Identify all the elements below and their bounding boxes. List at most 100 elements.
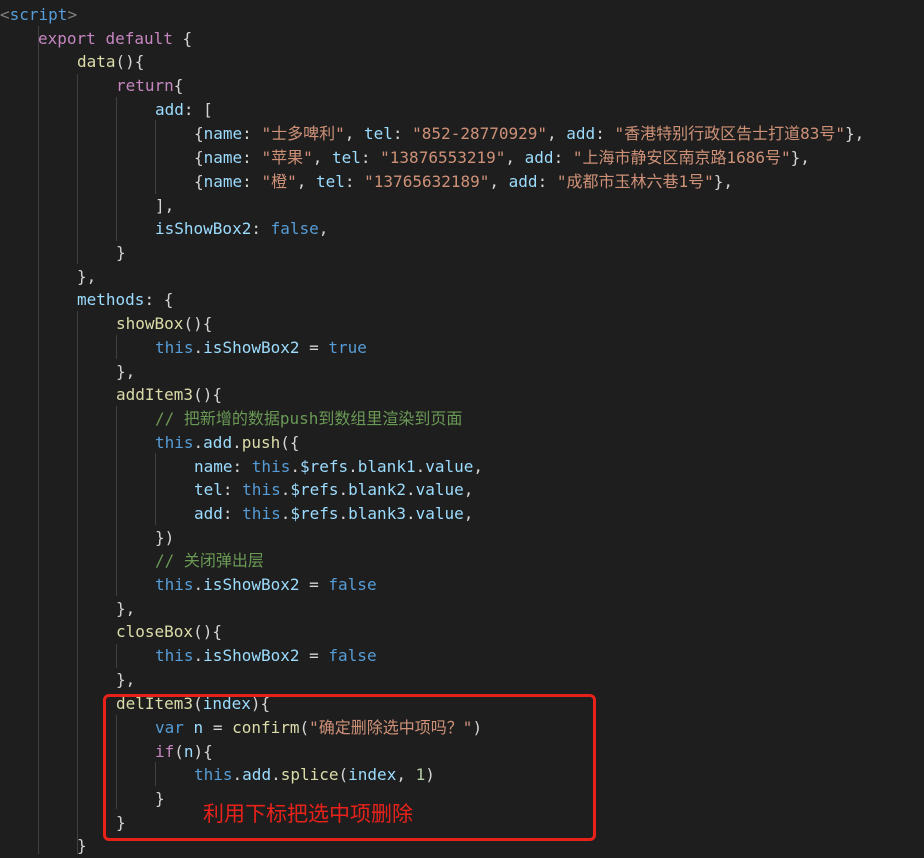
code-line: data(){ [77,52,145,71]
code-line: closeBox(){ [116,622,222,641]
property: methods [77,290,145,309]
code-line: }, [77,267,97,286]
property: blank1 [357,457,416,476]
comment: // 把新增的数据push到数组里渲染到页面 [155,409,463,428]
keyword: this [242,504,281,523]
string: "橙" [261,172,297,191]
annotation-label: 利用下标把选中项删除 [203,802,413,826]
keyword: false [328,646,377,665]
comment: // 关闭弹出层 [155,551,264,570]
code-line: addItem3(){ [116,385,222,404]
code-line: showBox(){ [116,314,213,333]
code-line: <script> [0,3,77,27]
code-line: }, [116,599,136,618]
keyword: this [155,646,194,665]
property: blank2 [348,480,406,499]
string: "852-28770929" [412,124,548,143]
code-line: } [77,836,87,855]
function-name: data [77,52,116,71]
indent-guide [116,335,117,359]
string: "香港特别行政区告士打道83号" [614,124,845,143]
property: name [194,457,233,476]
code-line: isShowBox2: false, [155,219,329,238]
property: add [155,100,184,119]
code-line: add: this.$refs.blank3.value, [194,504,474,523]
string: "苹果" [261,148,313,167]
property: $refs [290,480,339,499]
string: "13765632189" [364,172,490,191]
code-line: {name: "橙", tel: "13765632189", add: "成都… [194,172,733,191]
code-line: methods: { [77,290,174,309]
indent-guide [155,453,156,525]
keyword: false [328,575,377,594]
indent-guide [77,74,78,264]
code-line: }, [116,362,136,381]
property: name [203,172,243,191]
function-name: showBox [116,314,184,333]
property: value [425,457,474,476]
function-name: addItem3 [116,385,194,404]
indent-guide [38,26,39,854]
tag-name: script [9,5,68,24]
property: tel [363,124,393,143]
property: add [524,148,554,167]
keyword: false [270,219,319,238]
code-line: } [116,243,126,262]
indent-guide [77,311,78,854]
code-line: export default { [38,29,193,48]
property: add [203,433,233,452]
code-line: add: [ [155,100,213,119]
code-line: }, [116,670,136,689]
code-line: }) [155,528,175,547]
property: tel [331,148,361,167]
tag-bracket: > [67,5,78,24]
property: value [415,504,464,523]
property: isShowBox2 [203,338,300,357]
keyword: this [242,480,281,499]
property: tel [315,172,345,191]
code-line: ], [155,196,175,215]
function-name: push [241,433,281,452]
code-line: {name: "士多啤利", tel: "852-28770929", add:… [194,124,865,143]
code-line: this.isShowBox2 = true [155,338,367,357]
keyword: return [116,76,174,95]
property: isShowBox2 [203,646,300,665]
keyword: default [105,29,173,48]
property: add [566,124,596,143]
property: $refs [290,504,339,523]
code-line: this.add.push({ [155,433,300,452]
code-line: this.isShowBox2 = false [155,575,377,594]
string: "上海市静安区南京路1686号" [572,148,791,167]
indent-guide [116,97,117,241]
property: isShowBox2 [155,219,252,238]
string: "成都市玉林六巷1号" [556,172,714,191]
code-line: tel: this.$refs.blank2.value, [194,480,474,499]
code-line: return{ [116,76,184,95]
string: "13876553219" [380,148,506,167]
property: blank3 [348,504,406,523]
code-line: {name: "苹果", tel: "13876553219", add: "上… [194,148,810,167]
property: add [194,504,223,523]
code-line: this.isShowBox2 = false [155,646,377,665]
property: isShowBox2 [203,575,300,594]
indent-guide [116,644,117,668]
indent-guide [155,120,156,194]
keyword: true [328,338,367,357]
code-line: // 把新增的数据push到数组里渲染到页面 [155,407,462,431]
keyword: this [251,457,291,476]
code-line: // 关闭弹出层 [155,549,264,573]
property: add [508,172,538,191]
code-editor[interactable]: <script> export default { data(){ return… [0,0,924,855]
keyword: this [155,338,194,357]
property: tel [194,480,223,499]
property: name [203,148,243,167]
property: $refs [299,457,349,476]
string: "士多啤利" [261,124,345,143]
code-line: name: this.$refs.blank1.value, [194,457,484,476]
tag-bracket: < [0,5,10,24]
keyword: export [38,29,96,48]
property: name [203,124,243,143]
indent-guide [116,406,117,596]
function-name: closeBox [116,622,194,641]
keyword: this [155,575,194,594]
